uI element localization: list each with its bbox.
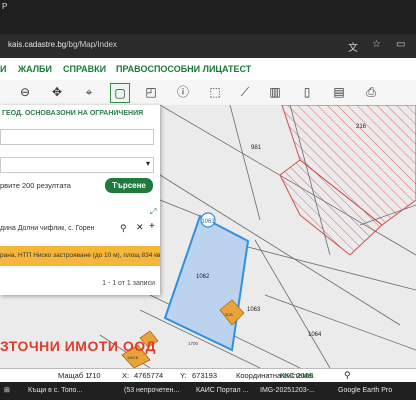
bookmark-star-icon[interactable]: ☆ [372,39,381,50]
tab-restriction-zones[interactable]: ЗОНИ НА ОГРАНИЧЕНИЯ [56,110,143,117]
tab-geodetic-base[interactable]: ГЕОД. ОСНОВА [2,110,56,117]
search-icon[interactable]: ⚲ [120,223,127,234]
info-icon[interactable]: ⓘ [174,83,192,101]
chevron-down-icon: ▾ [145,159,150,168]
browser-title: P [2,2,8,11]
close-icon[interactable]: ✕ [136,222,144,233]
x-value: 4765774 [134,371,164,380]
select-area-icon[interactable]: ◰ [142,83,160,101]
nav-item-complaints[interactable]: ЖАЛБИ [18,64,52,74]
location-pin-icon[interactable]: ⌖ [80,83,98,101]
zoom-out-icon[interactable]: ⊖ [16,83,34,101]
browser-tab-strip [0,14,416,34]
y-value: 673193 [192,371,218,380]
search-button[interactable]: Търсене [105,178,153,193]
start-icon[interactable]: ⊞ [4,385,10,397]
search-input[interactable] [0,129,154,145]
map-status-bar: Мащаб 1: 710 X: 4765774 Y: 673193 Коорди… [0,368,416,383]
nav-item-references[interactable]: СПРАВКИ [63,64,106,74]
select-rectangle-icon[interactable]: ▢ [110,83,130,103]
y-label: Y: [180,371,187,380]
extensions-icon[interactable]: ▭ [396,39,405,50]
taskbar-item-img[interactable]: IMG-20251203-... [260,385,315,397]
browser-title-bar: P [0,0,416,14]
print-icon[interactable]: ⎙ [362,83,380,101]
translate-icon[interactable]: 文 [348,39,358,54]
main-navigation: И ЖАЛБИ СПРАВКИ ПРАВОСПОСОБНИ ЛИЦА ТЕСТ [0,58,416,81]
add-icon[interactable]: + [149,221,155,232]
nav-item-truncated[interactable]: И [0,64,6,74]
url-text[interactable]: kais.cadastre.bg/bg/Map/Index [8,40,117,49]
nav-item-licensed-persons[interactable]: ПРАВОСПОСОБНИ ЛИЦА [116,64,229,74]
parcel-label-981: 981 [251,145,262,151]
watermark-text: ЗТОЧНИ ИМОТИ ООД [0,338,156,354]
parcel-label-1064: 1064 [308,332,322,338]
result-filter-input[interactable]: дина Долни чифлик, с. Горен [0,222,132,236]
taskbar-item-unread[interactable]: (53 непрочетен... [124,385,179,397]
pan-icon[interactable]: ✥ [48,83,66,101]
crs-value[interactable]: ККС 2005 [280,371,313,380]
search-icon[interactable]: ⚲ [344,370,351,381]
parcel-label-216: 216 [356,124,367,130]
map-toolbar: ⊖ ✥ ⌖ ▢ ◰ ⓘ ⬚ ⟋ ▥ ▯ ▤ ⎙ [0,80,416,106]
pagination-info: 1 - 1 от 1 записи [102,280,155,287]
building-label-3sb: 3СБ [225,312,233,317]
parcel-label-1063: 1063 [247,307,261,313]
x-label: X: [122,371,130,380]
search-panel: ГЕОД. ОСНОВА ЗОНИ НА ОГРАНИЧЕНИЯ ▾ [0,105,160,295]
export-icon[interactable]: ▤ [330,83,348,101]
result-limit-text: рвите 200 резултата [0,181,71,190]
measure-area-icon[interactable]: ⬚ [206,83,224,101]
taskbar-item-kais[interactable]: КАИС Портал ... [196,385,248,397]
parcel-label-1700: 1700 [188,341,199,346]
bookmark-icon[interactable]: ▯ [298,83,316,101]
expand-icon[interactable]: ⤢ [150,207,156,217]
parcel-label-1062: 1062 [196,274,210,280]
building-label-1zhsb: 1ЖСБ [127,355,139,360]
nav-item-test[interactable]: ТЕСТ [228,64,251,74]
url-domain: kais.cadastre.bg [8,40,67,49]
result-row[interactable]: рана, НТП Ниско застрояване (до 10 м), п… [0,246,160,266]
scale-label: Мащаб 1: [58,371,92,380]
parcel-label-1061: 1061 [201,219,215,225]
url-path: /bg/Map/Index [66,40,117,49]
scale-value[interactable]: 710 [88,371,101,380]
taskbar-item-topo[interactable]: Къщи в с. Топо... [28,385,82,397]
taskbar-item-google-earth[interactable]: Google Earth Pro [338,385,392,397]
os-taskbar: ⊞ Къщи в с. Топо... (53 непрочетен... КА… [0,382,416,400]
measure-distance-icon[interactable]: ⟋ [236,83,254,101]
map-layers-icon[interactable]: ▥ [266,83,284,101]
search-type-select[interactable]: ▾ [0,157,154,173]
